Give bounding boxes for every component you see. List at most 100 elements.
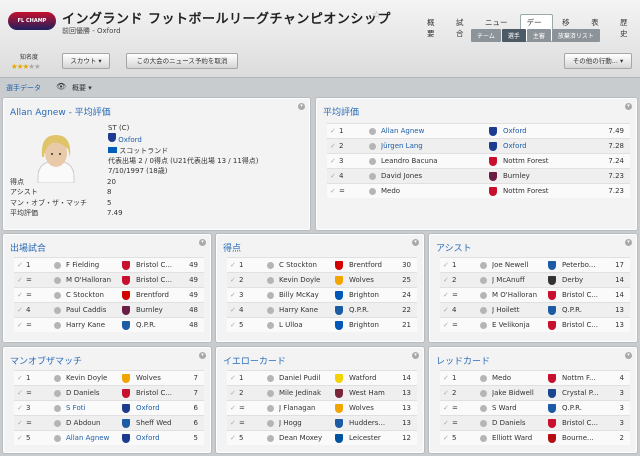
club-name[interactable]: Wolves [349, 276, 374, 284]
check-icon[interactable]: ✓ [17, 276, 23, 284]
club-name[interactable]: Peterbo... [562, 261, 596, 269]
table-row[interactable]: ✓ 1 Daniel Pudil Watford 14 [227, 370, 417, 385]
club-name[interactable]: Bourne... [562, 434, 594, 442]
club-name[interactable]: Bristol C... [136, 389, 172, 397]
player-name[interactable]: J Flanagan [279, 404, 315, 412]
check-icon[interactable]: ✓ [17, 306, 23, 314]
player-name[interactable]: Daniel Pudil [279, 374, 320, 382]
club-name[interactable]: Bristol C... [562, 291, 598, 299]
check-icon[interactable]: ✓ [443, 374, 449, 382]
table-row[interactable]: ✓ 2 J McAnuff Derby 14 [440, 272, 630, 287]
player-name[interactable]: J Hoilett [492, 306, 520, 314]
player-name[interactable]: F Fielding [66, 261, 99, 269]
player-name[interactable]: Mile Jedinak [279, 389, 321, 397]
check-icon[interactable]: ✓ [230, 276, 236, 284]
scout-button[interactable]: スカウト ▾ [62, 53, 110, 69]
table-row[interactable]: ✓ 2 Kevin Doyle Wolves 25 [227, 272, 417, 287]
player-name[interactable]: Medo [492, 374, 511, 382]
club-name[interactable]: Nottm Forest [503, 157, 549, 165]
check-icon[interactable]: ✓ [17, 374, 23, 382]
player-name[interactable]: Allan Agnew [381, 127, 424, 135]
panel-title[interactable]: イエローカード [223, 354, 286, 367]
player-name[interactable]: J McAnuff [492, 276, 525, 284]
check-icon[interactable]: ✓ [443, 389, 449, 397]
player-name[interactable]: Joe Newell [492, 261, 528, 269]
club-name[interactable]: Bristol C... [562, 321, 598, 329]
table-row[interactable]: ✓ = D Daniels Bristol C... 7 [14, 385, 204, 400]
check-icon[interactable]: ✓ [330, 172, 336, 180]
table-row[interactable]: ✓ 5 Dean Moxey Leicester 12 [227, 430, 417, 445]
club-name[interactable]: Oxford [136, 434, 160, 442]
table-row[interactable]: ✓ 2 Jürgen Lang Oxford 7.28 [327, 138, 630, 153]
player-name[interactable]: S Foti [66, 404, 85, 412]
subnav-players[interactable]: 選手 [501, 29, 526, 42]
player-name[interactable]: Dean Moxey [279, 434, 322, 442]
check-icon[interactable]: ✓ [330, 187, 336, 195]
table-row[interactable]: ✓ 4 Harry Kane Q.P.R. 22 [227, 302, 417, 317]
player-name[interactable]: Medo [381, 187, 400, 195]
subnav-team[interactable]: チーム [471, 29, 501, 42]
club-name[interactable]: Brighton [349, 321, 379, 329]
panel-menu-icon[interactable]: ▾ [199, 239, 206, 246]
player-name[interactable]: E Velikonja [492, 321, 530, 329]
club-name[interactable]: Crystal P... [562, 389, 599, 397]
table-row[interactable]: ✓ 2 Jake Bidwell Crystal P... 3 [440, 385, 630, 400]
table-row[interactable]: ✓ 1 F Fielding Bristol C... 49 [14, 257, 204, 272]
player-name[interactable]: Jake Bidwell [492, 389, 534, 397]
player-name[interactable]: Elliott Ward [492, 434, 532, 442]
club-name[interactable]: Watford [349, 374, 376, 382]
player-panel-title[interactable]: Allan Agnew - 平均評価 [10, 105, 111, 118]
table-row[interactable]: ✓ 5 Elliott Ward Bourne... 2 [440, 430, 630, 445]
panel-menu-icon[interactable]: ▾ [625, 352, 632, 359]
club-name[interactable]: Nottm F... [562, 374, 596, 382]
club-name[interactable]: Brentford [136, 291, 169, 299]
panel-menu-icon[interactable]: ▾ [625, 239, 632, 246]
table-row[interactable]: ✓ 1 Joe Newell Peterbo... 17 [440, 257, 630, 272]
club-name[interactable]: Q.P.R. [562, 404, 582, 412]
player-name[interactable]: S Ward [492, 404, 517, 412]
check-icon[interactable]: ✓ [17, 419, 23, 427]
other-actions-button[interactable]: その他の行動... ▾ [564, 53, 632, 69]
club-name[interactable]: Q.P.R. [349, 306, 369, 314]
table-row[interactable]: ✓ 4 David Jones Burnley 7.23 [327, 168, 630, 183]
check-icon[interactable]: ✓ [330, 142, 336, 150]
check-icon[interactable]: ✓ [443, 321, 449, 329]
check-icon[interactable]: ✓ [17, 389, 23, 397]
club-name[interactable]: West Ham [349, 389, 385, 397]
player-name[interactable]: D Abdoun [66, 419, 100, 427]
check-icon[interactable]: ✓ [443, 291, 449, 299]
table-row[interactable]: ✓ = C Stockton Brentford 49 [14, 287, 204, 302]
table-row[interactable]: ✓ 3 S Foti Oxford 6 [14, 400, 204, 415]
club-name[interactable]: Brentford [349, 261, 382, 269]
table-row[interactable]: ✓ = M O'Halloran Bristol C... 14 [440, 287, 630, 302]
player-name[interactable]: M O'Halloran [492, 291, 537, 299]
view-dropdown[interactable]: 概要 ▾ [72, 83, 92, 93]
table-row[interactable]: ✓ 4 Paul Caddis Burnley 48 [14, 302, 204, 317]
club-name[interactable]: Nottm Forest [503, 187, 549, 195]
player-name[interactable]: Paul Caddis [66, 306, 106, 314]
table-row[interactable]: ✓ 1 Medo Nottm F... 4 [440, 370, 630, 385]
player-name[interactable]: Harry Kane [279, 306, 318, 314]
player-name[interactable]: David Jones [381, 172, 422, 180]
club-name[interactable]: Oxford [503, 142, 527, 150]
nav-history[interactable]: 歴史 [613, 14, 640, 42]
player-data-link[interactable]: 選手データ [6, 83, 41, 93]
panel-title[interactable]: 得点 [223, 241, 241, 254]
table-row[interactable]: ✓ 2 Mile Jedinak West Ham 13 [227, 385, 417, 400]
player-name[interactable]: D Daniels [66, 389, 100, 397]
subnav-released-list[interactable]: 放棄済リスト [551, 29, 600, 42]
player-name[interactable]: Billy McKay [279, 291, 319, 299]
panel-menu-icon[interactable]: ▾ [412, 352, 419, 359]
panel-menu-icon[interactable]: ▾ [625, 103, 632, 110]
check-icon[interactable]: ✓ [230, 321, 236, 329]
cancel-news-button[interactable]: この大会のニュース予約を取消 [126, 53, 238, 69]
club-name[interactable]: Hudders... [349, 419, 385, 427]
check-icon[interactable]: ✓ [17, 321, 23, 329]
table-row[interactable]: ✓ = D Abdoun Sheff Wed 6 [14, 415, 204, 430]
club-name[interactable]: Oxford [503, 127, 527, 135]
table-row[interactable]: ✓ = Harry Kane Q.P.R. 48 [14, 317, 204, 332]
club-name[interactable]: Derby [562, 276, 583, 284]
table-row[interactable]: ✓ 5 Allan Agnew Oxford 5 [14, 430, 204, 445]
check-icon[interactable]: ✓ [230, 389, 236, 397]
player-name[interactable]: C Stockton [279, 261, 317, 269]
